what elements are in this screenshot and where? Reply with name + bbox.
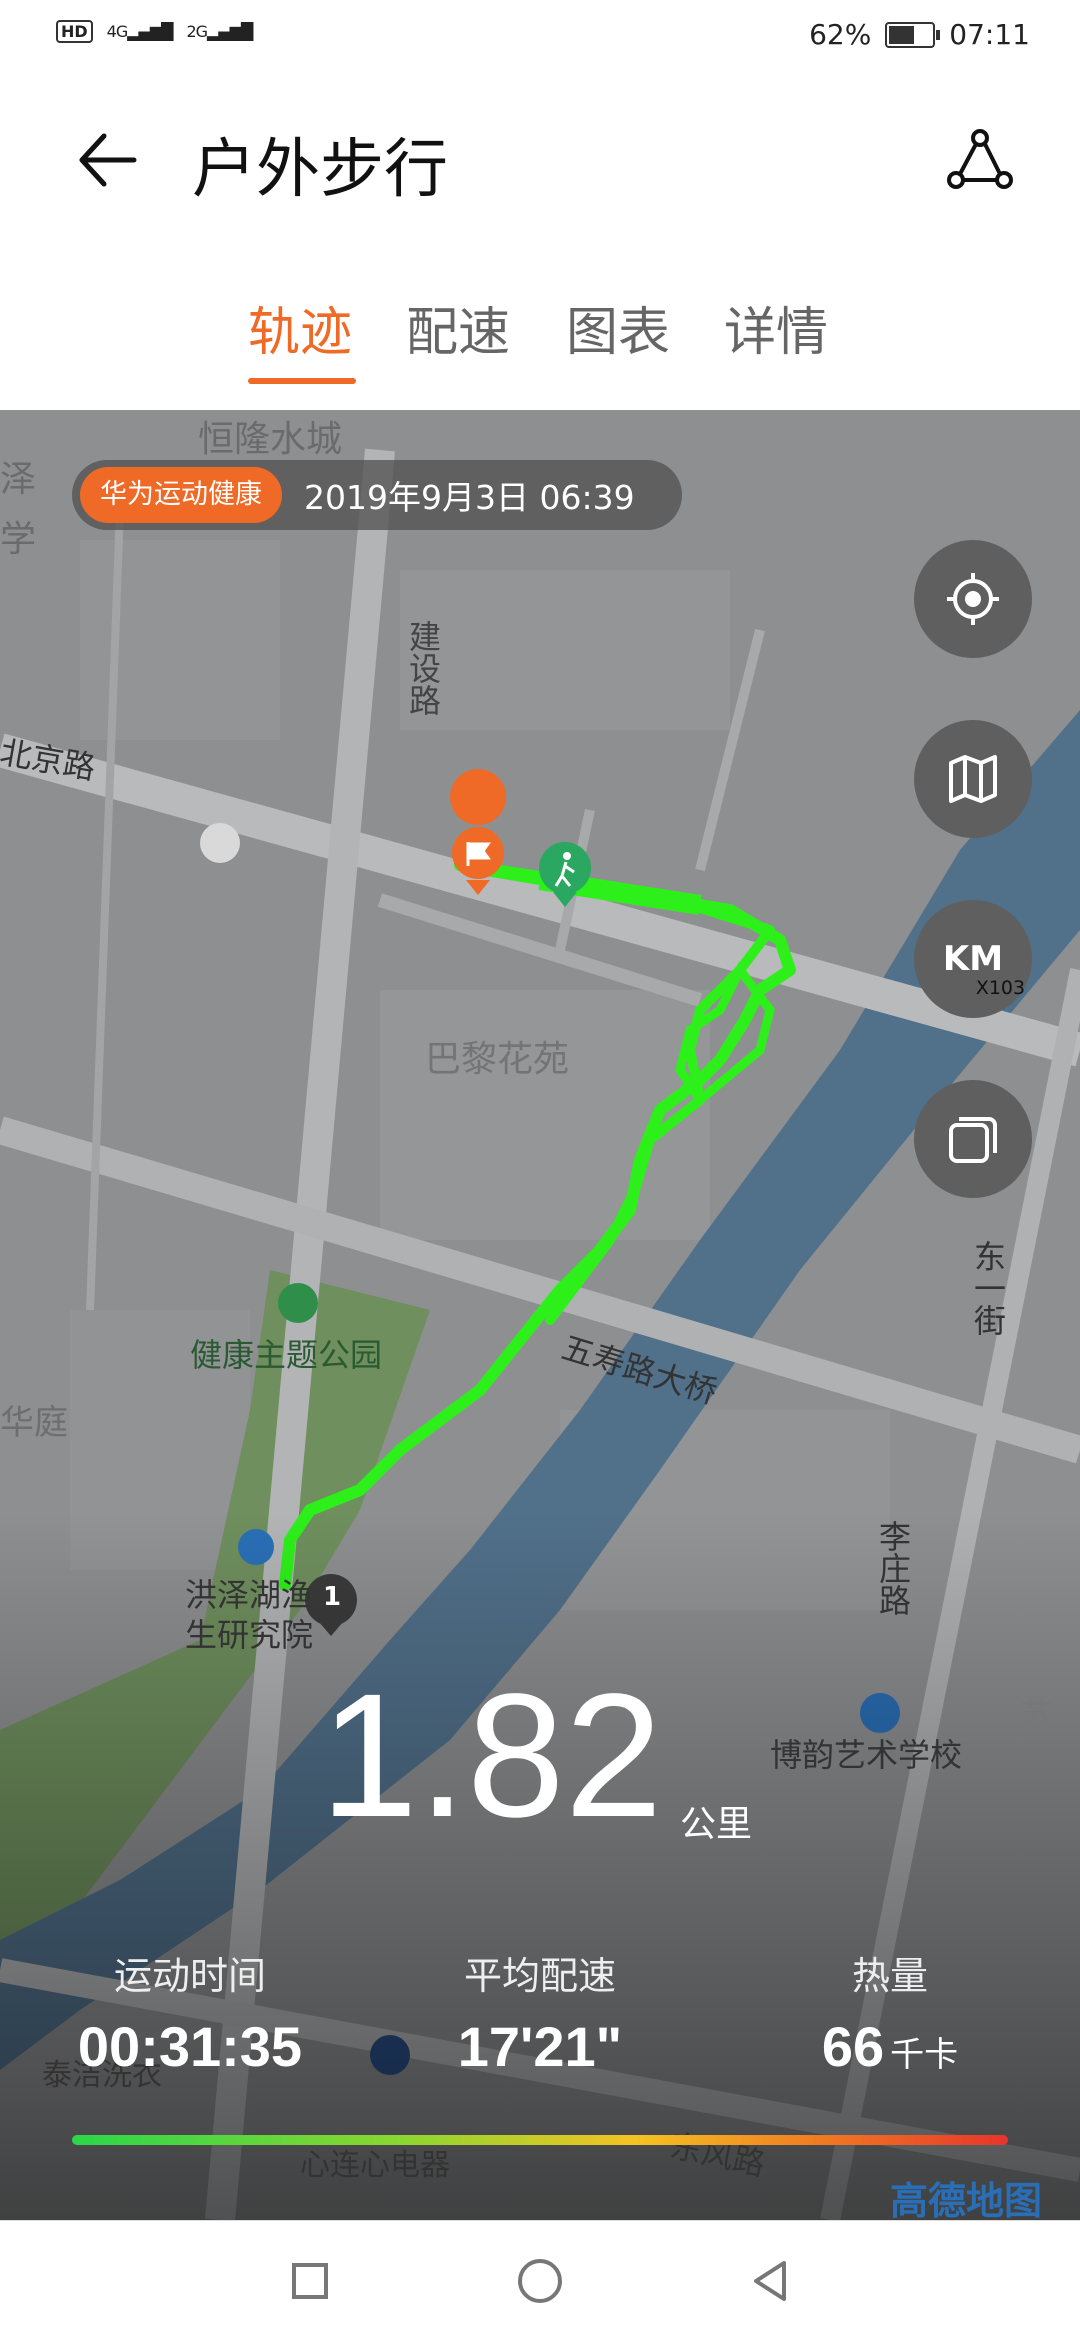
signal-4g-icon: 4G▂▄▆█ — [106, 22, 174, 41]
tab-chart[interactable]: 图表 — [566, 290, 670, 365]
back-arrow-icon[interactable] — [72, 120, 152, 200]
layers-icon — [949, 1117, 997, 1163]
stat-calories-unit: 千卡 — [890, 2036, 959, 2074]
status-right: 62% 07:11 — [809, 18, 1030, 51]
map-label-dongyi-street: 东一街 — [969, 1240, 1007, 1336]
pace-gradient-bar — [72, 2135, 1008, 2145]
km-button[interactable]: KM X103 — [914, 900, 1032, 1018]
signal-2g-icon: 2G▂▄▆█ — [186, 22, 253, 41]
map-label-boyun-school: 博韵艺术学校 — [770, 1736, 963, 1774]
stat-pace-label: 平均配速 — [463, 1954, 616, 1998]
stat-duration-value: 00:31:35 — [10, 2014, 370, 2079]
stat-calories: 热量 66 千卡 — [710, 1945, 1070, 2079]
map-label-ze: 泽 — [0, 459, 37, 500]
park-poi-icon — [278, 1283, 318, 1323]
map-label-lizhuang-road: 李庄路 — [874, 1520, 912, 1616]
map-icon — [949, 755, 997, 803]
date-badge: 华为运动健康 2019年9月3日 06:39 — [72, 460, 682, 530]
app-header: 户外步行 — [0, 100, 1080, 220]
clock: 07:11 — [949, 18, 1030, 51]
stat-duration: 运动时间 00:31:35 — [10, 1945, 370, 2079]
map-label-huating: 华庭 — [0, 1403, 68, 1443]
tab-details[interactable]: 详情 — [724, 290, 828, 365]
route-map[interactable]: 恒隆水城 泽 学 建设路 北京路 巴黎花苑 健康主题公园 华庭 洪泽湖渔 生研究… — [0, 410, 1080, 2220]
poi-building-icon — [200, 823, 240, 863]
signal-1-label: 4G — [106, 22, 129, 41]
signal-2-label: 2G — [186, 22, 208, 41]
stat-duration-label: 运动时间 — [113, 1954, 266, 1998]
stat-pace-number: 17'21" — [457, 2015, 623, 2078]
km-text: KM — [942, 939, 1004, 979]
page-title: 户外步行 — [192, 133, 448, 207]
tab-pace[interactable]: 配速 — [406, 290, 510, 365]
amap-logo: 高德地图 — [890, 2179, 1043, 2220]
hd-badge: HD — [56, 20, 93, 43]
locate-button[interactable] — [914, 540, 1032, 658]
square-recents-icon[interactable] — [280, 2251, 340, 2311]
layers-button[interactable] — [914, 1080, 1032, 1198]
map-type-button[interactable] — [914, 720, 1032, 838]
circle-home-icon[interactable] — [510, 2251, 570, 2311]
map-label-bali: 巴黎花苑 — [425, 1039, 570, 1080]
system-nav-bar — [0, 2220, 1080, 2341]
battery-icon — [885, 21, 941, 48]
workout-date: 2019年9月3日 06:39 — [304, 478, 635, 517]
map-label-park: 健康主题公园 — [190, 1336, 383, 1374]
stat-pace-value: 17'21" — [360, 2014, 720, 2079]
distance-unit: 公里 — [680, 1804, 753, 1845]
battery-percent: 62% — [809, 18, 872, 51]
map-label-dianqi: 心连心电器 — [300, 2148, 450, 2183]
stat-calories-number: 66 — [821, 2015, 885, 2078]
triangle-back-icon[interactable] — [740, 2251, 800, 2311]
distance-value: 1.82 — [320, 1658, 663, 1854]
brand-chip: 华为运动健康 — [80, 467, 282, 523]
stat-pace: 平均配速 17'21" — [360, 1945, 720, 2079]
status-bar: HD 4G▂▄▆█ 2G▂▄▆█ 62% 07:11 — [0, 0, 1080, 70]
tab-active-indicator — [248, 378, 356, 384]
map-label-xue: 学 — [0, 519, 37, 560]
locate-icon — [947, 573, 999, 625]
stat-calories-label: 热量 — [851, 1954, 928, 1998]
map-label-jianshe-road: 建设路 — [404, 620, 442, 716]
map-label-henglong: 恒隆水城 — [198, 419, 343, 460]
route-share-icon[interactable] — [940, 120, 1020, 200]
stat-duration-number: 00:31:35 — [77, 2015, 303, 2078]
tab-bar: 轨迹 配速 图表 详情 — [0, 290, 1080, 400]
stat-calories-value: 66 千卡 — [710, 2014, 1070, 2079]
km-label: KM X103 — [942, 939, 1025, 999]
tab-track[interactable]: 轨迹 — [248, 290, 352, 365]
km-sub: X103 — [975, 977, 1026, 999]
map-label-research: 生研究院 — [185, 1616, 314, 1654]
battery-fill — [889, 25, 915, 44]
km-marker-label: 1 — [323, 1582, 342, 1612]
map-label-su: 苏 — [1020, 1696, 1053, 1734]
status-left: HD 4G▂▄▆█ 2G▂▄▆█ — [56, 20, 253, 43]
